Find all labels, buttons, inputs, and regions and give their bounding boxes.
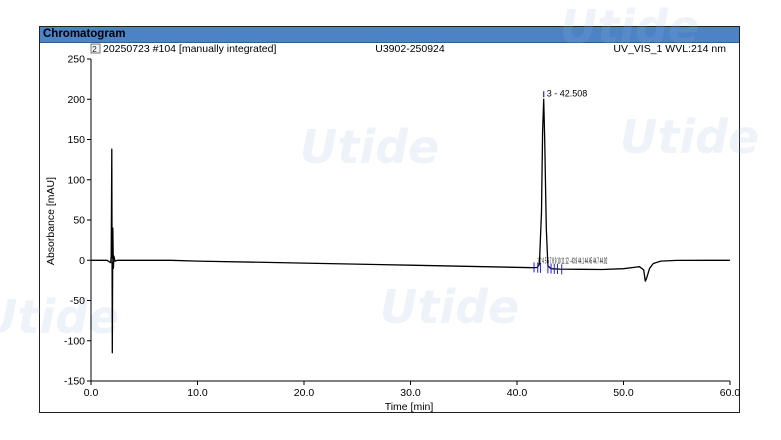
chromatogram-document-icon: 2 — [90, 43, 101, 54]
y-tick-label: 200 — [67, 94, 85, 106]
channel-label: UV_VIS_1 WVL:214 nm — [613, 43, 726, 55]
y-axis-label: Absorbance [mAU] — [45, 177, 57, 265]
x-tick-label: 0.0 — [84, 387, 99, 399]
chart-ticks: -150 -100 -50 0 50 100 150 200 250 0.0 10.0 20.0 30.… — [64, 54, 740, 400]
sample-label: U3902-250924 — [375, 43, 445, 55]
chart-axes — [90, 59, 730, 382]
x-tick-label: 30.0 — [400, 387, 421, 399]
peak-markers: 1 2 4 5 6 7 8 9 10 11 12 - 43.9 44.1 44.… — [109, 88, 607, 275]
x-tick-label: 10.0 — [187, 387, 208, 399]
y-tick-label: 250 — [67, 54, 85, 66]
x-tick-label: 60.0 — [720, 387, 741, 399]
injection-point — [109, 258, 114, 263]
y-tick-label: -150 — [64, 376, 85, 388]
y-tick-label: 50 — [73, 215, 85, 227]
peak-label-cluster: 1 2 4 5 6 7 8 9 10 11 12 - 43.9 44.1 44.… — [537, 255, 607, 265]
y-tick-label: -100 — [64, 335, 85, 347]
y-tick-label: 100 — [67, 174, 85, 186]
peak-label: 3 - 42.508 — [547, 88, 588, 98]
x-tick-label: 40.0 — [507, 387, 528, 399]
svg-text:2: 2 — [92, 45, 97, 54]
chromatogram-chart: 2 20250723 #104 [manually integrated] U3… — [45, 43, 740, 413]
x-tick-label: 50.0 — [613, 387, 634, 399]
series-line — [91, 98, 730, 354]
y-tick-label: -50 — [70, 295, 85, 307]
injection-label: 20250723 #104 [manually integrated] — [103, 43, 276, 55]
x-tick-label: 20.0 — [294, 387, 315, 399]
x-axis-label: Time [min] — [385, 401, 434, 413]
chromatogram-trace — [91, 98, 730, 354]
y-tick-label: 150 — [67, 134, 85, 146]
y-tick-label: 0 — [79, 255, 85, 267]
chart-header: 2 20250723 #104 [manually integrated] U3… — [90, 43, 726, 55]
